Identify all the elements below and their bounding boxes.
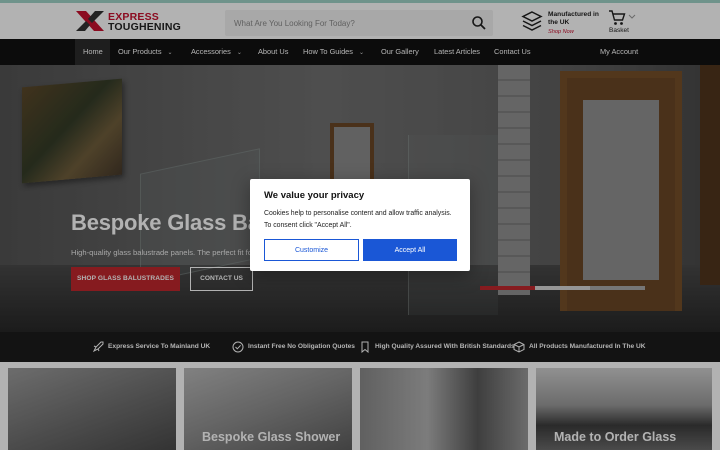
accept-all-button[interactable]: Accept All [363,239,457,261]
cookie-title: We value your privacy [264,190,365,201]
cookie-consent-dialog: We value your privacy Cookies help to pe… [250,179,470,271]
customize-button[interactable]: Customize [264,239,359,261]
cookie-body: Cookies help to personalise content and … [264,210,452,229]
